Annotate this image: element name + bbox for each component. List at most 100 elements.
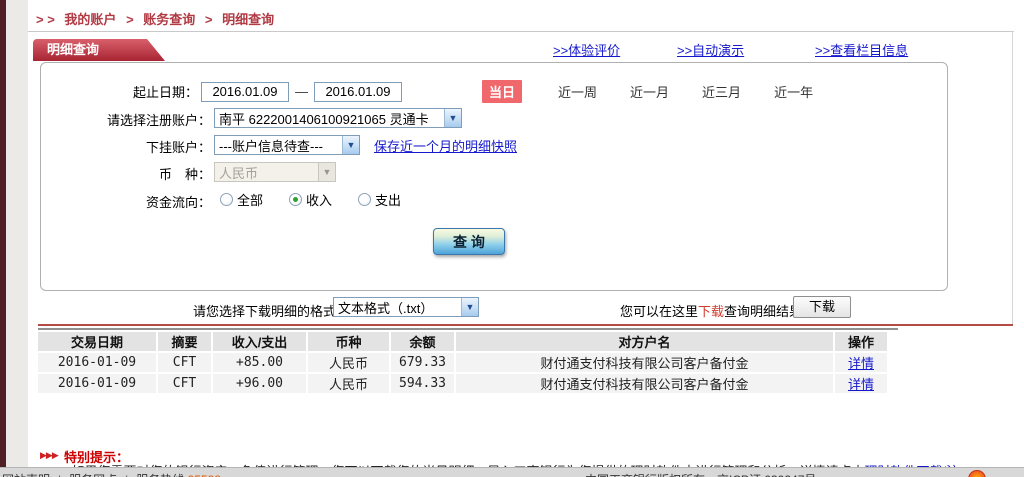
cell-counterparty: 财付通支付科技有限公司客户备付金	[456, 353, 833, 372]
detail-link[interactable]: 详情	[848, 356, 874, 371]
cell-currency: 人民币	[308, 374, 389, 393]
module-top-divider	[28, 31, 1014, 32]
date-range-label: 起止日期：	[41, 82, 198, 101]
breadcrumb-account-inquiry[interactable]: 账务查询	[143, 12, 195, 27]
chevron-down-icon: ▼	[318, 163, 335, 181]
hotline-number: 95588	[188, 473, 221, 477]
register-account-label: 请选择注册账户：	[41, 110, 211, 129]
table-row: 2016-01-09 CFT +85.00 人民币 679.33 财付通支付科技…	[38, 353, 887, 372]
download-button[interactable]: 下载	[793, 296, 851, 318]
module-right-divider	[1012, 31, 1013, 325]
register-account-value: 南平 6222001406100921065 灵通卡	[215, 109, 444, 128]
cell-balance: 679.33	[391, 353, 454, 372]
cell-date: 2016-01-09	[38, 353, 156, 372]
chevron-down-icon: ▼	[444, 109, 461, 127]
sub-account-select[interactable]: ---账户信息待查--- ▼	[214, 135, 360, 155]
register-account-select[interactable]: 南平 6222001406100921065 灵通卡 ▼	[214, 108, 462, 128]
download-format-select[interactable]: 文本格式（.txt） ▼	[333, 297, 479, 317]
breadcrumb-my-accounts[interactable]: 我的账户	[64, 12, 116, 27]
radio-label: 收入	[306, 190, 332, 209]
footer-links: 网站声明 | 服务网点 | 服务热线 95588	[2, 471, 221, 477]
table-header-row: 交易日期 摘要 收入/支出 币种 余额 对方户名 操作	[38, 332, 887, 351]
preset-month-link[interactable]: 近一月	[630, 82, 669, 101]
cell-date: 2016-01-09	[38, 374, 156, 393]
fund-flow-row: 资金流向： 全部 收入 支出	[41, 190, 947, 212]
save-snapshot-link[interactable]: 保存近一个月的明细快照	[374, 136, 517, 155]
cell-amount: +96.00	[213, 374, 306, 393]
sub-account-value: ---账户信息待查---	[215, 136, 342, 155]
download-hint: 您可以在这里下载查询明细结果	[620, 301, 802, 320]
footer-separator: |	[58, 473, 61, 477]
breadcrumb-detail-query: 明细查询	[222, 12, 274, 27]
col-header-summary: 摘要	[158, 332, 211, 351]
view-column-info-link[interactable]: >>查看栏目信息	[815, 40, 908, 59]
experience-rating-link[interactable]: >>体验评价	[553, 40, 620, 59]
preset-week-link[interactable]: 近一周	[558, 82, 597, 101]
cell-balance: 594.33	[391, 374, 454, 393]
currency-label: 币 种：	[41, 164, 211, 183]
end-date-input[interactable]	[314, 82, 402, 102]
radio-label: 支出	[375, 190, 401, 209]
radio-label: 全部	[237, 190, 263, 209]
detail-query-page: > > 我的账户 > 账务查询 > 明细查询 明细查询 >>体验评价 >>自动演…	[0, 0, 1024, 477]
col-header-currency: 币种	[308, 332, 389, 351]
date-range-row: 起止日期： — 当日 近一周 近一月 近三月 近一年	[41, 80, 947, 102]
auto-demo-link[interactable]: >>自动演示	[677, 40, 744, 59]
copyright-text: 中国工商银行版权所有 京ICP证 030247号	[585, 471, 816, 477]
currency-select: 人民币 ▼	[214, 162, 336, 182]
chevron-down-icon: ▼	[461, 298, 478, 316]
start-date-input[interactable]	[201, 82, 289, 102]
breadcrumb-prefix-icon: > >	[36, 12, 55, 27]
fund-flow-label: 资金流向：	[41, 192, 211, 211]
cell-summary: CFT	[158, 353, 211, 372]
currency-value: 人民币	[215, 163, 318, 182]
download-hint-highlight: 下载	[698, 304, 724, 319]
register-account-row: 请选择注册账户： 南平 6222001406100921065 灵通卡 ▼	[41, 108, 947, 130]
download-format-label: 请您选择下载明细的格式	[193, 301, 336, 320]
breadcrumb-separator: >	[126, 12, 134, 27]
table-row: 2016-01-09 CFT +96.00 人民币 594.33 财付通支付科技…	[38, 374, 887, 393]
radio-icon[interactable]	[358, 193, 371, 206]
sub-account-label: 下挂账户：	[41, 137, 211, 156]
cell-counterparty: 财付通支付科技有限公司客户备付金	[456, 374, 833, 393]
preset-today-button[interactable]: 当日	[482, 80, 522, 103]
fund-flow-option-all[interactable]: 全部	[220, 190, 263, 209]
fund-flow-option-income[interactable]: 收入	[289, 190, 332, 209]
query-button[interactable]: 查 询	[433, 228, 505, 255]
download-format-value: 文本格式（.txt）	[334, 298, 461, 317]
detail-link[interactable]: 详情	[848, 377, 874, 392]
col-header-date: 交易日期	[38, 332, 156, 351]
cell-summary: CFT	[158, 374, 211, 393]
radio-icon[interactable]	[220, 193, 233, 206]
notice-arrows-icon: ▶▶▶	[40, 450, 58, 461]
currency-row: 币 种： 人民币 ▼	[41, 162, 947, 184]
transaction-table: 交易日期 摘要 收入/支出 币种 余额 对方户名 操作 2016-01-09 C…	[36, 330, 889, 395]
cell-amount: +85.00	[213, 353, 306, 372]
sub-account-row: 下挂账户： ---账户信息待查--- ▼ 保存近一个月的明细快照	[41, 135, 947, 157]
col-header-counterparty: 对方户名	[456, 332, 833, 351]
preset-year-link[interactable]: 近一年	[774, 82, 813, 101]
section-divider-red	[38, 324, 1013, 326]
breadcrumb-separator: >	[205, 12, 213, 27]
col-header-action: 操作	[835, 332, 887, 351]
icbc-logo-icon	[968, 470, 986, 477]
tab-detail-query[interactable]: 明细查询	[33, 39, 165, 61]
query-form-panel: 起止日期： — 当日 近一周 近一月 近三月 近一年 请选择注册账户： 南平 6…	[40, 62, 948, 291]
download-hint-suffix: 查询明细结果	[724, 304, 802, 319]
col-header-balance: 余额	[391, 332, 454, 351]
footer-bar: 网站声明 | 服务网点 | 服务热线 95588 中国工商银行版权所有 京ICP证 03…	[0, 467, 1024, 477]
service-outlets-link[interactable]: 服务网点	[69, 473, 117, 477]
chevron-down-icon: ▼	[342, 136, 359, 154]
cell-currency: 人民币	[308, 353, 389, 372]
left-gutter	[6, 0, 28, 477]
service-hotline-label: 服务热线	[136, 473, 184, 477]
radio-icon[interactable]	[289, 193, 302, 206]
download-hint-prefix: 您可以在这里	[620, 304, 698, 319]
date-range-dash: —	[295, 84, 308, 99]
preset-3months-link[interactable]: 近三月	[702, 82, 741, 101]
fund-flow-option-expense[interactable]: 支出	[358, 190, 401, 209]
col-header-amount: 收入/支出	[213, 332, 306, 351]
breadcrumb: > > 我的账户 > 账务查询 > 明细查询	[36, 9, 280, 28]
footer-separator: |	[125, 473, 128, 477]
site-statement-link[interactable]: 网站声明	[2, 473, 50, 477]
